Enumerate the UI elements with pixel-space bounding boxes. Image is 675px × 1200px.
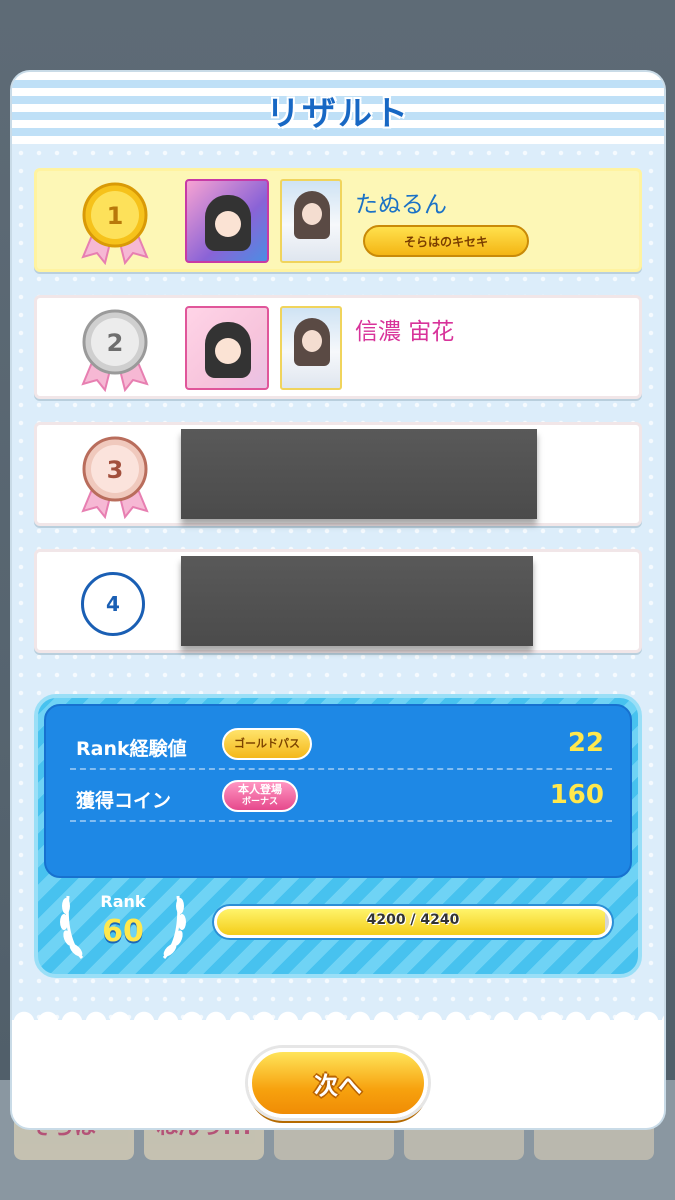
bronze-medal-icon: 3 <box>81 436 149 519</box>
gold-medal-icon: 1 <box>81 182 149 265</box>
reward-panel: Rank経験値 ゴールドパス 22 獲得コイン 本人登場 ボーナス 160 Ra… <box>34 694 642 978</box>
rank-title: Rank <box>100 892 146 911</box>
reward-value: 22 <box>567 728 604 758</box>
character-card <box>185 179 269 263</box>
redacted-block <box>181 556 533 646</box>
ranking-list: 1 たぬるん そらはのキセキ 2 信濃 宙花 3 4 <box>34 168 642 676</box>
silver-medal-icon: 2 <box>81 309 149 392</box>
reward-value: 160 <box>549 780 604 810</box>
medal-place: 1 <box>107 202 124 230</box>
rank-level: 60 <box>102 914 144 949</box>
title-badge: そらはのキセキ <box>363 225 529 257</box>
player-name: 信濃 宙花 <box>355 319 455 345</box>
member-photo-card <box>280 306 342 390</box>
bonus-badge: 本人登場 ボーナス <box>222 780 298 812</box>
ranking-row-4[interactable]: 4 <box>34 549 642 653</box>
reward-label: Rank経験値 <box>76 738 187 760</box>
exp-progress-text: 4200 / 4240 <box>366 912 460 928</box>
page-title: リザルト <box>266 94 410 134</box>
bonus-badge-line1: 本人登場 <box>238 783 282 796</box>
result-modal: リザルト 1 たぬるん そらはのキセキ 2 信濃 宙花 3 4 Rank経験値 … <box>12 72 664 1128</box>
bonus-badge-line2: ボーナス <box>241 797 278 807</box>
member-photo-card <box>280 179 342 263</box>
exp-progress-bar: 4200 / 4240 <box>214 906 612 938</box>
ranking-row-2[interactable]: 2 信濃 宙花 <box>34 295 642 399</box>
reward-list: Rank経験値 ゴールドパス 22 獲得コイン 本人登場 ボーナス 160 <box>44 704 632 878</box>
medal-place: 3 <box>107 456 124 484</box>
medal-place: 2 <box>107 329 124 357</box>
reward-row-rank-exp: Rank経験値 ゴールドパス 22 <box>70 720 612 770</box>
ranking-row-3[interactable]: 3 <box>34 422 642 526</box>
player-name: たぬるん <box>355 192 447 218</box>
modal-header: リザルト <box>12 72 664 144</box>
ranking-row-1[interactable]: 1 たぬるん そらはのキセキ <box>34 168 642 272</box>
gold-pass-badge: ゴールドパス <box>222 728 312 760</box>
rank-4-circle: 4 <box>81 572 145 636</box>
reward-label: 獲得コイン <box>76 790 172 812</box>
next-button[interactable]: 次へ <box>248 1048 428 1118</box>
redacted-block <box>181 429 537 519</box>
player-rank: Rank 60 <box>58 888 188 962</box>
character-card <box>185 306 269 390</box>
reward-row-coins: 獲得コイン 本人登場 ボーナス 160 <box>70 772 612 822</box>
